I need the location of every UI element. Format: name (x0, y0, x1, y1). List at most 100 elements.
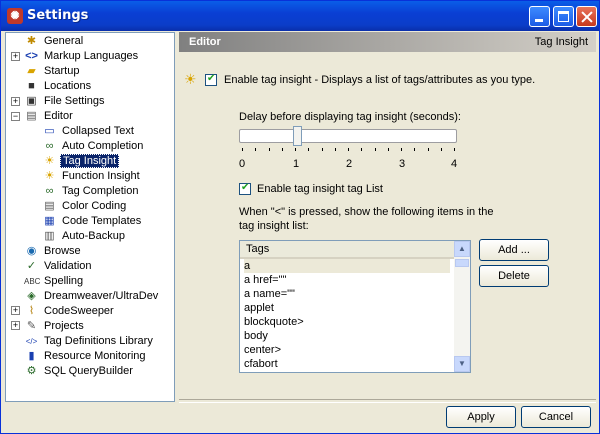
tags-list[interactable]: Tags a a href="" a name="" applet blockq… (239, 240, 471, 373)
tree-item-tag-completion[interactable]: ∞ Tag Completion (42, 184, 140, 199)
backup-icon: ▥ (44, 229, 55, 242)
delay-tick-1: 1 (293, 158, 300, 170)
enable-tag-insight-checkbox[interactable] (205, 73, 217, 86)
delay-tick-2: 2 (346, 158, 353, 170)
slider-tick (361, 148, 363, 151)
delete-button[interactable]: Delete (479, 265, 549, 287)
scroll-thumb[interactable] (455, 259, 469, 267)
expand-icon[interactable]: + (11, 97, 20, 106)
tree-item-dreamweaver[interactable]: ◈ Dreamweaver/UltraDev (24, 289, 160, 304)
projects-icon: ✎ (26, 319, 37, 332)
tree-item-tag-definitions[interactable]: </> Tag Definitions Library (24, 334, 155, 349)
tree-item-startup[interactable]: ▰ Startup (24, 64, 81, 79)
expand-icon[interactable]: + (11, 321, 20, 330)
settings-tree[interactable]: + + − + + ✱ General <> Markup Languages ▰ S… (5, 32, 175, 402)
tree-item-validation[interactable]: ✓ Validation (24, 259, 94, 274)
collapse-icon[interactable]: − (11, 112, 20, 121)
tree-item-color-coding[interactable]: ▤ Color Coding (42, 199, 128, 214)
list-item[interactable]: a href="" (244, 273, 450, 287)
close-button[interactable] (576, 6, 597, 27)
scroll-up-icon[interactable]: ▲ (454, 241, 470, 257)
list-item[interactable]: a name="" (244, 287, 450, 301)
tree-item-spelling[interactable]: ABC Spelling (24, 274, 85, 289)
tree-item-locations[interactable]: ■ Locations (24, 79, 93, 94)
validation-icon: ✓ (26, 259, 37, 272)
tree-item-collapsed-text[interactable]: ▭ Collapsed Text (42, 124, 136, 139)
slider-tick (281, 148, 283, 151)
binoculars-icon: ∞ (45, 139, 54, 152)
list-item[interactable]: body (244, 329, 450, 343)
tree-item-codesweeper[interactable]: ⌇ CodeSweeper (24, 304, 116, 319)
file-settings-icon: ▣ (26, 94, 37, 107)
slider-tick (334, 148, 336, 151)
bulb-icon: ☀ (44, 169, 55, 182)
cancel-button[interactable]: Cancel (521, 406, 591, 428)
general-icon: ✱ (26, 34, 37, 47)
tree-item-auto-completion[interactable]: ∞ Auto Completion (42, 139, 145, 154)
tags-column-header[interactable]: Tags (240, 241, 454, 259)
tree-item-general[interactable]: ✱ General (24, 34, 85, 49)
bulb-icon: ☀ (44, 154, 55, 167)
broom-icon: ⌇ (28, 304, 35, 317)
slider-tick (414, 148, 416, 151)
tree-item-auto-backup[interactable]: ▥ Auto-Backup (42, 229, 127, 244)
binoculars-icon: ∞ (45, 184, 54, 197)
list-item[interactable]: blockquote> (244, 315, 450, 329)
maximize-button[interactable] (553, 6, 574, 27)
tree-item-editor[interactable]: ▤ Editor (24, 109, 75, 124)
floppy-icon: ■ (28, 79, 35, 92)
slider-tick (242, 148, 243, 151)
slider-tick (401, 148, 402, 151)
tree-item-browse[interactable]: ◉ Browse (24, 244, 83, 259)
slider-tick (255, 148, 257, 151)
panel-header: Editor Tag Insight (179, 32, 596, 52)
tree-item-tag-insight[interactable]: ☀ Tag Insight (42, 154, 120, 169)
query-icon: ⚙ (26, 364, 37, 377)
slider-tick (427, 148, 429, 151)
apply-button[interactable]: Apply (446, 406, 516, 428)
tags-scrollbar[interactable]: ▲ ▼ (454, 241, 470, 372)
minimize-button[interactable] (529, 6, 550, 27)
list-item[interactable]: applet (244, 301, 450, 315)
slider-tick (268, 148, 270, 151)
list-item[interactable]: a (244, 259, 450, 273)
window-title: Settings (27, 8, 89, 23)
globe-icon: ◉ (26, 244, 37, 257)
tree-item-sql-querybuilder[interactable]: ⚙ SQL QueryBuilder (24, 364, 135, 379)
expand-icon[interactable]: + (11, 306, 20, 315)
slider-tick (321, 148, 323, 151)
footer-separator (179, 399, 596, 403)
settings-app-icon: ✺ (7, 8, 23, 24)
enable-tag-list-checkbox[interactable] (239, 182, 251, 195)
when-pressed-line1: When "<" is pressed, show the following … (239, 206, 494, 218)
bulb-icon: ☀ (184, 71, 197, 87)
panel-title: Editor (189, 36, 221, 48)
delay-slider[interactable] (239, 129, 457, 143)
monitor-icon: ▮ (28, 349, 35, 362)
tree-item-resource-monitoring[interactable]: ▮ Resource Monitoring (24, 349, 148, 364)
dreamweaver-icon: ◈ (27, 289, 36, 302)
enable-tag-list-label: Enable tag insight tag List (257, 183, 383, 195)
title-bar[interactable]: ✺ Settings (1, 1, 599, 31)
list-item[interactable]: cfapplet (244, 371, 450, 372)
spelling-icon: ABC (24, 276, 41, 286)
tree-item-file-settings[interactable]: ▣ File Settings (24, 94, 107, 109)
tags-icon: </> (25, 336, 38, 346)
tree-item-code-templates[interactable]: ▦ Code Templates (42, 214, 143, 229)
tree-item-markup-languages[interactable]: <> Markup Languages (24, 49, 140, 64)
list-item[interactable]: center> (244, 343, 450, 357)
when-pressed-line2: tag insight list: (239, 220, 309, 232)
tree-item-function-insight[interactable]: ☀ Function Insight (42, 169, 142, 184)
expand-icon[interactable]: + (11, 52, 20, 61)
slider-tick (308, 148, 310, 151)
add-button[interactable]: Add ... (479, 239, 549, 261)
delay-label: Delay before displaying tag insight (sec… (239, 111, 461, 123)
scroll-down-icon[interactable]: ▼ (454, 356, 470, 372)
delay-slider-thumb[interactable] (293, 126, 302, 146)
settings-window: ✺ Settings + + − + + ✱ General <> Markup L… (0, 0, 600, 434)
tree-item-projects[interactable]: ✎ Projects (24, 319, 86, 334)
collapse-icon: ▭ (44, 124, 55, 137)
slider-tick (387, 148, 389, 151)
slider-tick (374, 148, 376, 151)
list-item[interactable]: cfabort (244, 357, 450, 371)
